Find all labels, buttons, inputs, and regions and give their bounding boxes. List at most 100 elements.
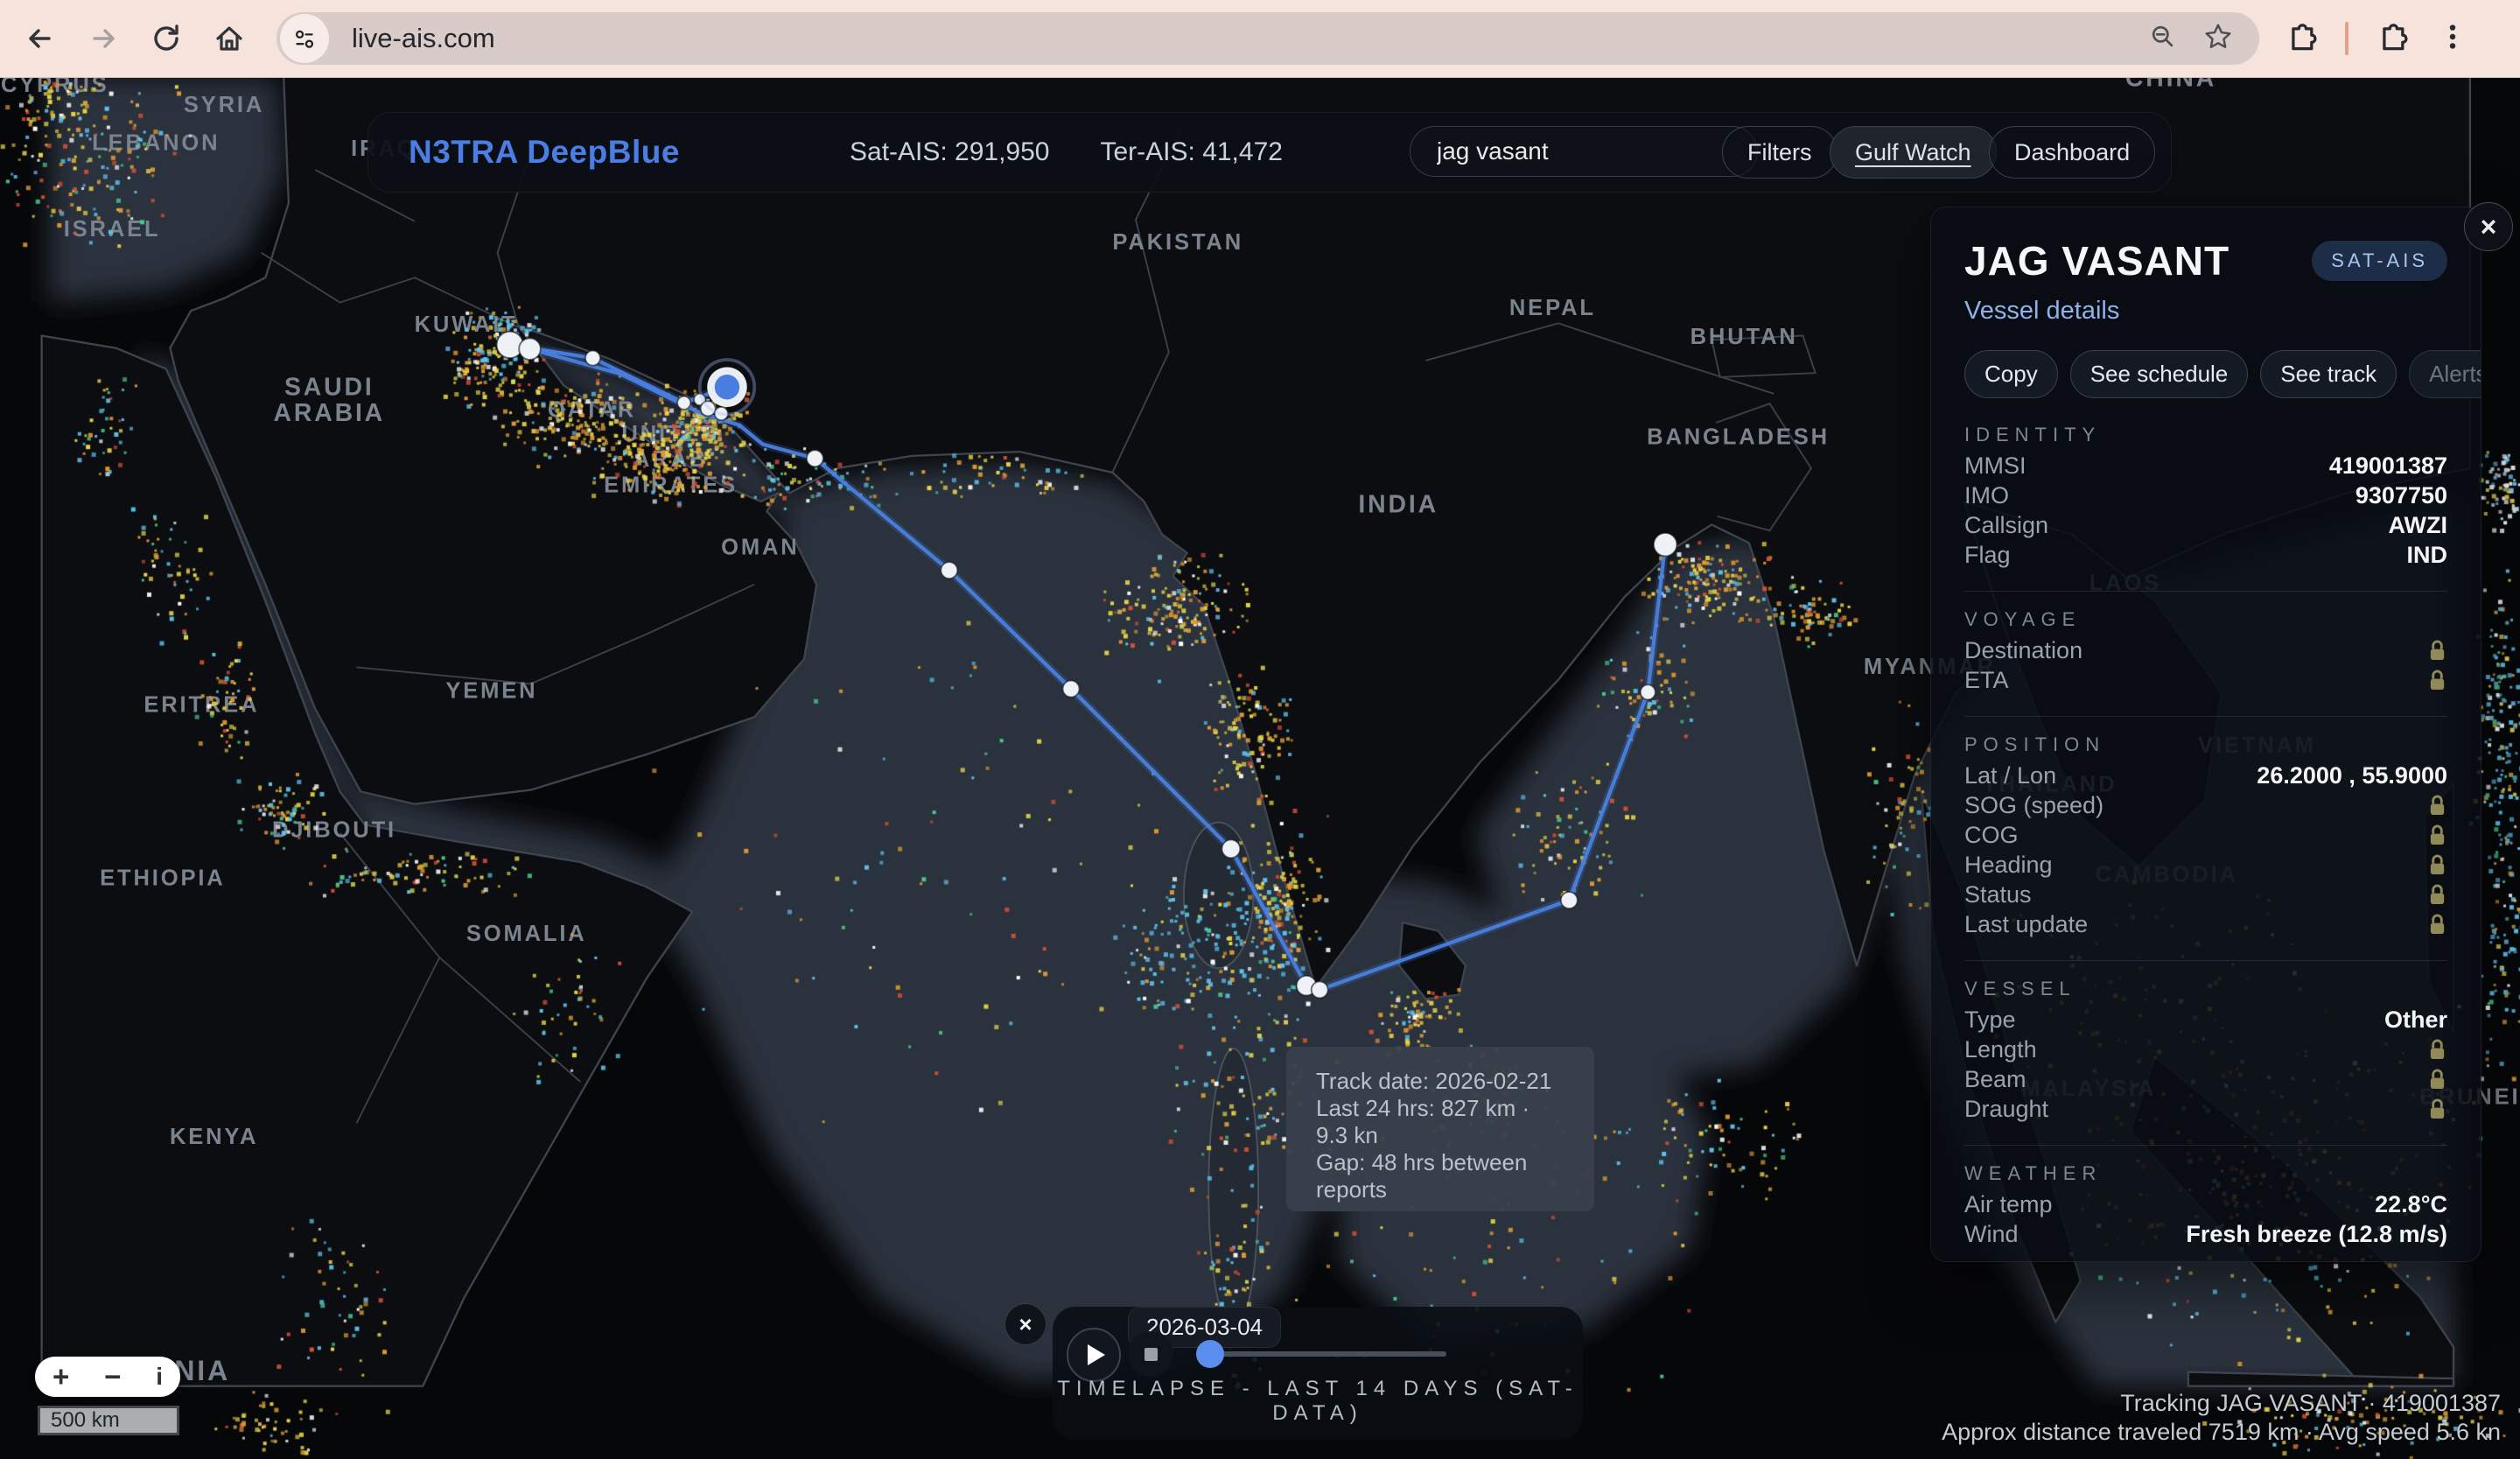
section-title: POSITION [1964, 729, 2447, 761]
detail-value: IND [2407, 542, 2448, 569]
timelapse-close-button[interactable]: × [1004, 1303, 1046, 1345]
detail-label: COG [1964, 822, 2019, 849]
detail-label: MMSI [1964, 452, 2026, 480]
detail-value: Other [2384, 1007, 2447, 1034]
detail-value: 26.2000 , 55.9000 [2257, 762, 2447, 789]
zoom-page-icon[interactable] [2147, 21, 2179, 57]
tracking-status: Tracking JAG VASANT · 419001387 [1942, 1389, 2501, 1418]
panel-actions: CopySee scheduleSee trackAlertsAdd to Fl… [1964, 350, 2447, 398]
vessel-title: JAG VASANT [1964, 237, 2230, 284]
home-button[interactable] [198, 7, 261, 70]
track-waypoint[interactable] [677, 396, 690, 410]
detail-row: Beam [1964, 1064, 2447, 1094]
url-text[interactable]: live-ais.com [352, 23, 2147, 54]
gulf-watch-button[interactable]: Gulf Watch [1830, 126, 1997, 179]
vessel-panel: JAG VASANT SAT-AIS Vessel details CopySe… [1930, 207, 2482, 1262]
timelapse-slider[interactable] [1198, 1351, 1446, 1357]
reload-button[interactable] [135, 7, 198, 70]
panel-section-voyage: VOYAGEDestinationETA [1964, 591, 2447, 695]
detail-row: Lat / Lon26.2000 , 55.9000 [1964, 761, 2447, 790]
detail-row: Draught [1964, 1094, 2447, 1124]
detail-row: CallsignAWZI [1964, 510, 2447, 540]
detail-row: Status [1964, 880, 2447, 909]
panel-section-identity: IDENTITYMMSI419001387IMO9307750CallsignA… [1964, 414, 2447, 570]
panel-section-vessel: VESSELTypeOtherLengthBeamDraught [1964, 960, 2447, 1124]
track-waypoint[interactable] [519, 338, 541, 360]
brand-logo[interactable]: N3TRA DeepBlue [409, 113, 680, 192]
panel-section-weather: WEATHERAir temp22.8°CWindFresh breeze (1… [1964, 1145, 2447, 1249]
detail-row: IMO9307750 [1964, 480, 2447, 510]
track-line [1320, 544, 1665, 990]
url-bar[interactable]: live-ais.com [276, 12, 2259, 65]
see-schedule-button[interactable]: See schedule [2070, 350, 2249, 398]
zoom-out-button[interactable]: − [104, 1357, 121, 1397]
vessel-details-link[interactable]: Vessel details [1964, 297, 2447, 326]
lock-icon [2427, 853, 2447, 877]
filters-button[interactable]: Filters [1722, 126, 1838, 179]
detail-label: ETA [1964, 667, 2009, 694]
detail-label: Destination [1964, 637, 2082, 664]
detail-row: Destination [1964, 635, 2447, 665]
back-button[interactable] [9, 7, 72, 70]
zoom-in-button[interactable]: + [52, 1357, 69, 1397]
stat-ter-ais: Ter-AIS: 41,472 [1101, 137, 1283, 167]
ais-stats: Sat-AIS: 291,950 Ter-AIS: 41,472 [850, 113, 1283, 192]
section-title: IDENTITY [1964, 419, 2447, 451]
browser-menu-button[interactable] [2436, 20, 2469, 58]
bookmark-star-icon[interactable] [2202, 20, 2235, 58]
vessel-marker-ring [715, 375, 739, 399]
panel-section-position: POSITIONLat / Lon26.2000 , 55.9000SOG (s… [1964, 716, 2447, 939]
extensions-icon-2[interactable] [2375, 19, 2410, 59]
lock-icon [2427, 913, 2447, 936]
lock-icon [2427, 883, 2447, 907]
track-line [530, 349, 1307, 986]
distance-status: Approx distance traveled 7519 km · Avg s… [1942, 1418, 2501, 1447]
track-waypoint[interactable] [1641, 684, 1656, 699]
detail-row: SOG (speed) [1964, 790, 2447, 820]
play-button[interactable] [1067, 1328, 1121, 1382]
track-waypoint[interactable] [585, 351, 600, 366]
map-attribution: Tracking JAG VASANT · 419001387 Approx d… [1942, 1389, 2501, 1447]
see-track-button[interactable]: See track [2260, 350, 2397, 398]
vessel-search-input[interactable] [1410, 126, 1758, 177]
extensions-icon[interactable] [2284, 19, 2319, 59]
track-waypoint[interactable] [941, 562, 957, 579]
detail-label: Draught [1964, 1096, 2048, 1123]
sat-ais-badge: SAT-AIS [2312, 241, 2447, 281]
track-waypoint[interactable] [1561, 892, 1578, 908]
track-waypoint[interactable] [807, 450, 823, 466]
alerts-button[interactable]: Alerts [2409, 350, 2482, 398]
detail-row: ETA [1964, 665, 2447, 695]
browser-chrome: live-ais.com [0, 0, 2520, 78]
track-waypoint[interactable] [1222, 839, 1240, 858]
timelapse-bar: × 2026-03-04 TIMELAPSE - LAST 14 DAYS (S… [1053, 1307, 1583, 1440]
toolbar-separator [2345, 22, 2348, 55]
detail-label: Last update [1964, 911, 2088, 938]
app-header: N3TRA DeepBlue Sat-AIS: 291,950 Ter-AIS:… [368, 112, 2172, 193]
stat-sat-ais: Sat-AIS: 291,950 [850, 137, 1050, 167]
vessel-position-marker[interactable] [700, 360, 755, 415]
forward-button[interactable] [72, 7, 135, 70]
info-button[interactable]: i [156, 1357, 163, 1397]
detail-row: MMSI419001387 [1964, 451, 2447, 480]
detail-row: Last update [1964, 909, 2447, 939]
lock-icon [2427, 1098, 2447, 1121]
track-waypoint[interactable] [1312, 981, 1328, 998]
detail-row: Heading [1964, 850, 2447, 880]
track-waypoint[interactable] [1063, 681, 1080, 698]
copy-button[interactable]: Copy [1964, 350, 2058, 398]
stop-button[interactable] [1128, 1331, 1173, 1377]
detail-row: Length [1964, 1035, 2447, 1064]
tooltip-track-date: Track date: 2026-02-21 [1316, 1068, 1564, 1095]
detail-label: Wind [1964, 1221, 2019, 1248]
detail-label: Flag [1964, 542, 2011, 569]
track-line [530, 349, 1307, 986]
site-controls-icon[interactable] [280, 14, 329, 63]
panel-close-button[interactable]: × [2464, 202, 2513, 251]
detail-label: Length [1964, 1036, 2037, 1063]
stop-icon [1144, 1348, 1158, 1361]
slider-thumb[interactable] [1196, 1340, 1224, 1368]
track-waypoint[interactable] [1654, 533, 1677, 557]
dashboard-button[interactable]: Dashboard [1989, 126, 2155, 179]
detail-value: Fresh breeze (12.8 m/s) [2186, 1221, 2447, 1248]
